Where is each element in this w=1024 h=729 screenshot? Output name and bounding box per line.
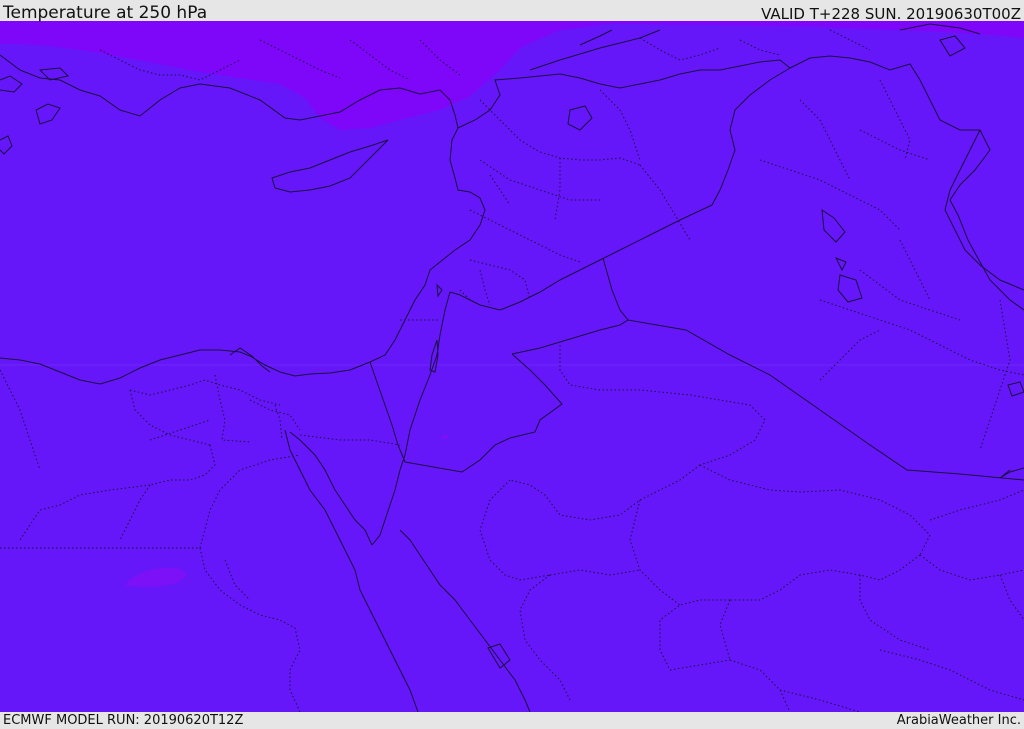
header-bar: Temperature at 250 hPa VALID T+228 SUN. … bbox=[0, 0, 1024, 23]
brand-label: ArabiaWeather Inc. bbox=[896, 713, 1021, 728]
footer-bar: ECMWF MODEL RUN: 20190620T12Z ArabiaWeat… bbox=[0, 712, 1024, 729]
model-run-label: ECMWF MODEL RUN: 20190620T12Z bbox=[3, 713, 244, 728]
temperature-field bbox=[0, 21, 1024, 712]
tiny-patch bbox=[442, 435, 448, 439]
map-title: Temperature at 250 hPa bbox=[3, 3, 208, 23]
weather-map[interactable] bbox=[0, 21, 1024, 712]
valid-time: VALID T+228 SUN. 20190630T00Z bbox=[761, 5, 1021, 23]
